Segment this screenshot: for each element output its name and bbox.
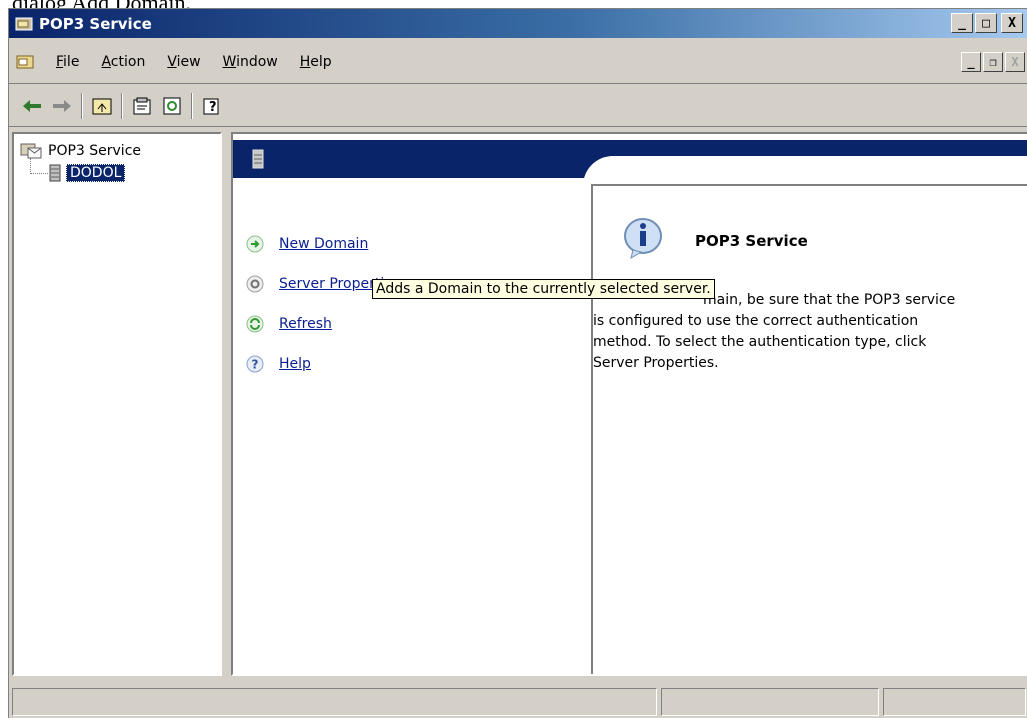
menu-help[interactable]: Help bbox=[289, 54, 343, 70]
back-arrow-icon[interactable] bbox=[17, 91, 47, 121]
title-bar[interactable]: POP3 Service _ □ X bbox=[9, 9, 1027, 38]
info-panel: POP3 Service main, be sure that the POP3… bbox=[591, 184, 1027, 674]
tooltip: Adds a Domain to the currently selected … bbox=[372, 279, 715, 299]
refresh-icon bbox=[246, 315, 264, 333]
task-help[interactable]: ? Help bbox=[245, 344, 400, 384]
task-refresh[interactable]: Refresh bbox=[245, 304, 400, 344]
tree-root-label: POP3 Service bbox=[48, 143, 142, 159]
info-title: POP3 Service bbox=[695, 232, 808, 250]
menu-file[interactable]: File bbox=[45, 54, 90, 70]
server-icon bbox=[49, 164, 61, 182]
menu-bar: File Action View Window Help _ ❐ X bbox=[9, 40, 1027, 84]
info-icon bbox=[624, 218, 662, 260]
refresh-icon[interactable] bbox=[157, 91, 187, 121]
forward-arrow-icon[interactable] bbox=[47, 91, 77, 121]
server-icon bbox=[252, 149, 264, 169]
menu-view[interactable]: View bbox=[156, 54, 211, 70]
toolbar: ? bbox=[9, 85, 1027, 127]
svg-text:?: ? bbox=[252, 358, 259, 372]
pop3-app-icon bbox=[15, 17, 33, 30]
help-icon[interactable]: ? bbox=[197, 91, 227, 121]
child-restore-button[interactable]: ❐ bbox=[983, 52, 1003, 72]
toolbar-separator bbox=[81, 92, 83, 119]
maximize-button[interactable]: □ bbox=[975, 13, 997, 33]
toolbar-separator bbox=[191, 92, 193, 119]
gear-icon bbox=[246, 275, 264, 293]
child-close-button[interactable]: X bbox=[1005, 52, 1025, 72]
menu-action[interactable]: Action bbox=[90, 54, 156, 70]
task-label[interactable]: New Domain bbox=[279, 236, 368, 252]
task-list: New Domain Server Properties Refresh ? H… bbox=[245, 224, 400, 384]
close-button[interactable]: X bbox=[1001, 13, 1023, 33]
tree-child-label: DODOL bbox=[66, 164, 126, 182]
child-minimize-button[interactable]: _ bbox=[961, 52, 981, 72]
tree-node-server[interactable]: DODOL bbox=[48, 164, 126, 182]
task-label[interactable]: Refresh bbox=[279, 316, 332, 332]
task-label[interactable]: Help bbox=[279, 356, 311, 372]
tree-connector bbox=[30, 158, 48, 174]
green-arrow-icon bbox=[246, 235, 264, 253]
console-icon[interactable] bbox=[15, 53, 35, 71]
toolbar-separator bbox=[121, 92, 123, 119]
properties-icon[interactable] bbox=[127, 91, 157, 121]
task-new-domain[interactable]: New Domain bbox=[245, 224, 400, 264]
help-icon: ? bbox=[246, 355, 264, 373]
status-panel-2 bbox=[661, 688, 879, 716]
status-panel-3 bbox=[882, 688, 1026, 716]
status-bar bbox=[9, 685, 1027, 718]
svg-text:?: ? bbox=[209, 100, 217, 115]
mmc-window: POP3 Service _ □ X File Action View Wind… bbox=[8, 8, 1027, 718]
menu-window[interactable]: Window bbox=[212, 54, 289, 70]
info-text: main, be sure that the POP3 service is c… bbox=[593, 292, 956, 371]
minimize-button[interactable]: _ bbox=[951, 13, 973, 33]
status-panel-main bbox=[12, 688, 658, 716]
up-folder-icon[interactable] bbox=[87, 91, 117, 121]
details-pane: New Domain Server Properties Refresh ? H… bbox=[231, 132, 1027, 676]
header-curve bbox=[583, 156, 1027, 186]
console-tree-pane[interactable]: POP3 Service DODOL bbox=[12, 132, 222, 676]
window-title: POP3 Service bbox=[39, 14, 152, 33]
